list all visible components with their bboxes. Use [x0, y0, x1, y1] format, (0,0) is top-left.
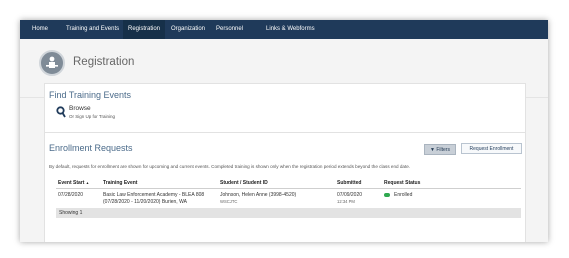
column-header-student: Student / Student ID	[220, 180, 268, 186]
event-start-cell: 07/28/2020	[58, 192, 84, 198]
app-window: Home Training and Events Registration Or…	[20, 20, 548, 242]
filters-button[interactable]: ▼ Filters	[424, 144, 456, 155]
top-nav: Home Training and Events Registration Or…	[20, 20, 548, 39]
column-header-request-status: Request Status	[384, 180, 421, 186]
column-header-training-event: Training Event	[103, 180, 138, 186]
request-enrollment-button[interactable]: Request Enrollment	[461, 143, 522, 154]
page-title: Registration	[73, 56, 135, 68]
nav-item-registration[interactable]: Registration	[123, 20, 166, 39]
column-header-event-start[interactable]: Event Start ▲	[58, 180, 89, 186]
nav-item-home[interactable]: Home	[28, 20, 52, 39]
training-event-name[interactable]: Basic Law Enforcement Academy - BLEA 808	[103, 192, 204, 198]
search-icon[interactable]	[56, 105, 66, 123]
submitted-time-cell: 12:34 PM	[337, 199, 355, 204]
showing-count: Showing 1	[59, 210, 83, 216]
nav-item-training-and-events[interactable]: Training and Events	[62, 20, 123, 39]
student-name-cell: Johnson, Helen Anne (3998-4520)	[220, 192, 297, 198]
enrolled-status-icon	[384, 193, 390, 197]
table-header-divider	[56, 188, 521, 189]
person-at-desk-icon	[39, 50, 65, 76]
request-status-cell: Enrolled	[394, 192, 413, 198]
nav-item-personnel[interactable]: Personnel	[212, 20, 247, 39]
nav-item-organization[interactable]: Organization	[167, 20, 209, 39]
sort-ascending-icon: ▲	[85, 181, 90, 185]
find-training-title: Find Training Events	[49, 90, 132, 100]
nav-item-links-webforms[interactable]: Links & Webforms	[262, 20, 319, 39]
column-header-submitted: Submitted	[337, 180, 362, 186]
browse-link[interactable]: Browse	[69, 105, 91, 112]
enrollment-title: Enrollment Requests	[49, 143, 133, 153]
enrollment-description: By default, requests for enrollment are …	[49, 164, 411, 169]
browse-subtitle: Or Sign Up for Training	[69, 114, 116, 119]
table-footer	[56, 208, 521, 218]
student-org-cell: WSCJTC	[220, 199, 238, 204]
submitted-date-cell: 07/09/2020	[337, 192, 363, 198]
training-event-dates: (07/28/2020 - 11/20/2020) Burien, WA	[103, 199, 187, 205]
